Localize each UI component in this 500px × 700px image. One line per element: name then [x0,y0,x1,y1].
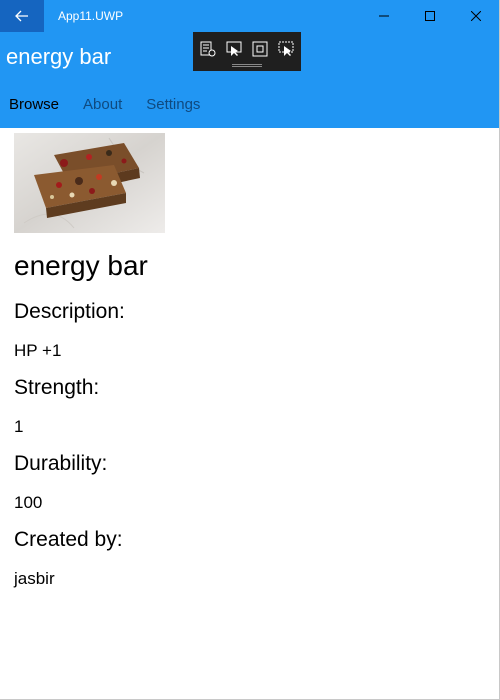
window-title: App11.UWP [58,9,124,23]
tab-browse[interactable]: Browse [9,96,59,113]
page-title: energy bar [6,44,112,69]
durability-label: Durability: [14,452,108,475]
durability-value: 100 [14,493,43,512]
item-detail: energy bar Description: HP +1 Strength: … [0,128,499,699]
debug-toolbar-grip[interactable] [232,64,262,67]
display-layout-adorners-icon[interactable] [251,40,269,58]
minimize-icon [379,15,389,17]
debug-toolbar [193,32,301,71]
strength-value: 1 [14,417,24,436]
back-button[interactable] [0,0,44,32]
arrow-left-icon [15,10,28,22]
maximize-button[interactable] [407,0,453,32]
tab-bar: Browse About Settings [9,96,224,113]
select-element-icon[interactable] [225,40,243,58]
track-focus-icon[interactable] [277,40,295,58]
title-bar: App11.UWP [0,0,499,32]
maximize-icon [425,11,435,21]
live-visual-tree-icon[interactable] [199,40,217,58]
minimize-button[interactable] [361,0,407,32]
item-name: energy bar [14,250,148,281]
close-icon [471,11,481,21]
tab-settings[interactable]: Settings [146,96,200,113]
app-window: App11.UWP energy bar Browse About Settin… [0,0,500,700]
caption-buttons [361,0,499,32]
strength-label: Strength: [14,376,100,399]
tab-about[interactable]: About [83,96,122,113]
created-by-value: jasbir [14,569,55,588]
created-by-label: Created by: [14,528,123,551]
close-button[interactable] [453,0,499,32]
description-label: Description: [14,300,125,323]
description-value: HP +1 [14,341,62,360]
item-image [14,133,165,233]
